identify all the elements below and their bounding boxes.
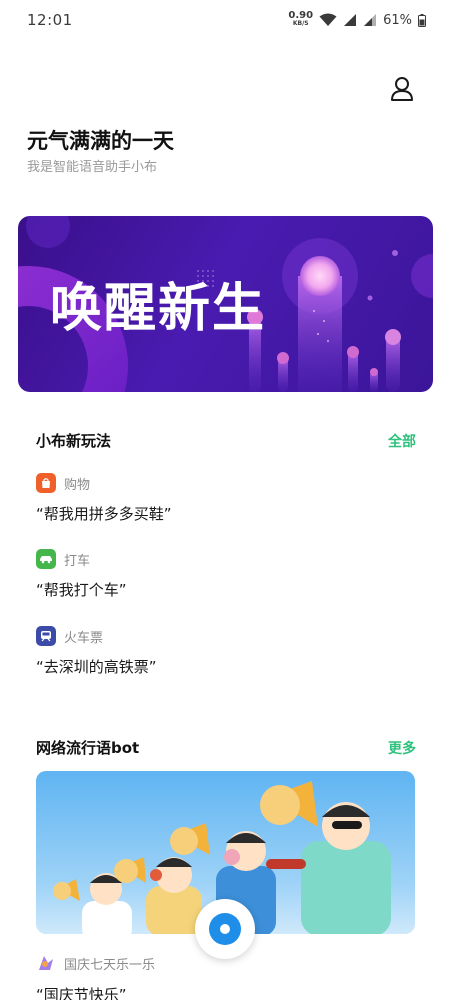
voice-assistant-button[interactable] [195,899,255,959]
page-title: 元气满满的一天 [27,129,174,153]
status-icons: 0.90 KB/S 61% [288,10,426,28]
skill-phrase: “帮我用拼多多买鞋” [36,505,172,523]
net-speed-unit: KB/S [292,20,309,27]
user-icon [391,77,413,101]
train-icon [36,626,56,646]
skills-section-title: 小布新玩法 [36,432,112,450]
page-subtitle: 我是智能语音助手小布 [27,160,158,175]
meme-card-category: 国庆七天乐一乐 [64,957,156,973]
skill-head: 打车 [36,549,416,569]
battery-icon [418,13,426,27]
skill-phrase: “帮我打个车” [36,581,127,599]
signal-icon [364,14,377,26]
skill-phrase: “去深圳的高铁票” [36,658,157,676]
signal-icon [344,14,357,26]
voice-assistant-icon [209,913,241,945]
promo-banner[interactable]: 唤醒新生 [18,216,433,392]
voice-dot [220,924,230,934]
skills-all-link[interactable]: 全部 [388,431,416,451]
meme-card-phrase: “国庆节快乐” [36,986,127,1000]
meme-section-title: 网络流行语bot [36,739,140,757]
status-time: 12:01 [27,11,73,29]
net-speed: 0.90 KB/S [288,10,314,28]
skill-head: 购物 [36,473,416,493]
battery-percent: 61% [383,12,412,28]
net-speed-value: 0.90 [288,10,314,21]
wifi-icon [319,13,337,26]
meme-card-header: 国庆七天乐一乐 [36,953,155,973]
car-icon [36,549,56,569]
profile-button[interactable] [390,76,414,102]
meme-logo-icon [39,956,53,970]
meme-more-link[interactable]: 更多 [388,738,416,758]
skill-category: 火车票 [64,630,104,646]
skill-category: 购物 [64,477,91,493]
skill-head: 火车票 [36,626,416,646]
skill-item-taxi[interactable]: 打车 “帮我打个车” [36,549,416,600]
shopping-bag-icon [36,473,56,493]
banner-headline: 唤醒新生 [50,279,267,339]
skill-item-train-ticket[interactable]: 火车票 “去深圳的高铁票” [36,626,416,677]
skill-item-shopping[interactable]: 购物 “帮我用拼多多买鞋” [36,473,416,524]
skill-category: 打车 [64,553,91,569]
status-bar: 12:01 0.90 KB/S 61% [0,0,450,40]
